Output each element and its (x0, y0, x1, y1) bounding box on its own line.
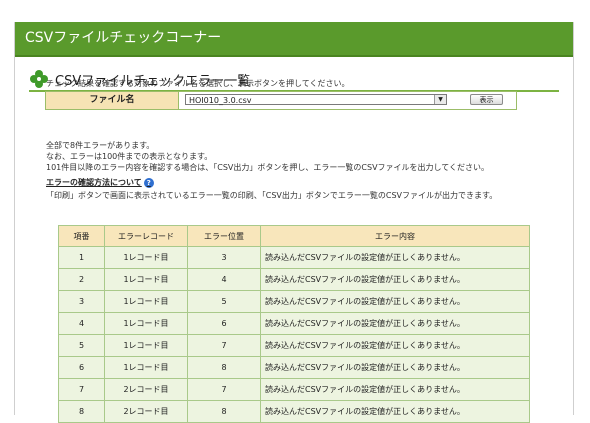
table-row: 2 1レコード目 4 読み込んだCSVファイルの設定値が正しくありません。 (58, 268, 530, 291)
table-row: 7 2レコード目 7 読み込んだCSVファイルの設定値が正しくありません。 (58, 378, 530, 401)
help-description: 「印刷」ボタンで画面に表示されているエラー一覧の印刷、「CSV出力」ボタンでエラ… (46, 191, 498, 200)
column-header-number: 項番 (58, 225, 105, 247)
row-record: 1レコード目 (104, 290, 188, 313)
row-record: 2レコード目 (104, 400, 188, 423)
row-content: 読み込んだCSVファイルの設定値が正しくありません。 (260, 334, 530, 357)
instruction-text: チェック結果を確認する対象のファイル名を選択し、表示ボタンを押してください。 (46, 79, 350, 88)
table-row: 4 1レコード目 6 読み込んだCSVファイルの設定値が正しくありません。 (58, 312, 530, 335)
error-limit-message: なお、エラーは100件までの表示となります。 (46, 152, 213, 161)
help-link[interactable]: エラーの確認方法について ? (46, 177, 154, 188)
show-button[interactable]: 表示 (470, 94, 503, 105)
row-record: 1レコード目 (104, 312, 188, 335)
row-record: 1レコード目 (104, 356, 188, 379)
row-position: 8 (187, 356, 261, 379)
row-position: 5 (187, 290, 261, 313)
row-number: 5 (58, 334, 105, 357)
app-frame: CSVファイルチェックコーナー CSVファイルチェックエラー一覧 チェック結果を… (14, 22, 574, 423)
row-number: 4 (58, 312, 105, 335)
chevron-down-icon[interactable]: ▼ (434, 95, 446, 104)
row-content: 読み込んだCSVファイルの設定値が正しくありません。 (260, 290, 530, 313)
row-content: 読み込んだCSVファイルの設定値が正しくありません。 (260, 378, 530, 401)
row-record: 2レコード目 (104, 378, 188, 401)
row-record: 1レコード目 (104, 334, 188, 357)
row-number: 8 (58, 400, 105, 423)
column-header-content: エラー内容 (260, 225, 530, 247)
row-number: 6 (58, 356, 105, 379)
table-row: 8 2レコード目 8 読み込んだCSVファイルの設定値が正しくありません。 (58, 400, 530, 423)
file-select-row: ファイル名 HOI010_3.0.csv ▼ 表示 (45, 91, 517, 110)
row-position: 4 (187, 268, 261, 291)
help-link-label[interactable]: エラーの確認方法について (46, 177, 142, 188)
column-header-record: エラーレコード (104, 225, 188, 247)
table-row: 6 1レコード目 8 読み込んだCSVファイルの設定値が正しくありません。 (58, 356, 530, 379)
row-position: 7 (187, 334, 261, 357)
question-icon[interactable]: ? (143, 177, 154, 188)
column-header-position: エラー位置 (187, 225, 261, 247)
row-number: 7 (58, 378, 105, 401)
row-number: 3 (58, 290, 105, 313)
row-number: 2 (58, 268, 105, 291)
error-count-message: 全部で8件エラーがあります。 (46, 141, 155, 150)
file-select-value: HOI010_3.0.csv (189, 96, 252, 105)
table-row: 5 1レコード目 7 読み込んだCSVファイルの設定値が正しくありません。 (58, 334, 530, 357)
table-row: 3 1レコード目 5 読み込んだCSVファイルの設定値が正しくありません。 (58, 290, 530, 313)
file-select-label: ファイル名 (46, 92, 179, 109)
table-row: 1 1レコード目 3 読み込んだCSVファイルの設定値が正しくありません。 (58, 246, 530, 269)
error-table: 項番 エラーレコード エラー位置 エラー内容 1 1レコード目 3 読み込んだC… (58, 225, 530, 423)
file-select-dropdown[interactable]: HOI010_3.0.csv ▼ (185, 94, 447, 105)
row-position: 6 (187, 312, 261, 335)
app-title: CSVファイルチェックコーナー (25, 30, 222, 46)
error-export-message: 101件目以降のエラー内容を確認する場合は、「CSV出力」ボタンを押し、エラー一… (46, 163, 490, 172)
row-position: 3 (187, 246, 261, 269)
row-content: 読み込んだCSVファイルの設定値が正しくありません。 (260, 400, 530, 423)
row-content: 読み込んだCSVファイルの設定値が正しくありません。 (260, 246, 530, 269)
row-content: 読み込んだCSVファイルの設定値が正しくありません。 (260, 268, 530, 291)
row-number: 1 (58, 246, 105, 269)
row-position: 8 (187, 400, 261, 423)
row-record: 1レコード目 (104, 268, 188, 291)
file-select-cell: HOI010_3.0.csv ▼ 表示 (179, 92, 516, 109)
row-content: 読み込んだCSVファイルの設定値が正しくありません。 (260, 356, 530, 379)
row-record: 1レコード目 (104, 246, 188, 269)
row-position: 7 (187, 378, 261, 401)
app-header: CSVファイルチェックコーナー (15, 22, 573, 57)
row-content: 読み込んだCSVファイルの設定値が正しくありません。 (260, 312, 530, 335)
table-header-row: 項番 エラーレコード エラー位置 エラー内容 (58, 225, 530, 247)
